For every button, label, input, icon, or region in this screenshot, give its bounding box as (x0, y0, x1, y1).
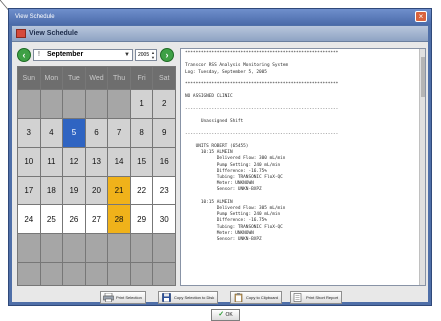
calendar-day[interactable]: 12 (63, 147, 85, 176)
copy-to-clipboard-button[interactable]: Copy to Clipboard (230, 291, 283, 304)
calendar-day-empty (85, 234, 108, 262)
weekday-header: Thu (108, 67, 130, 89)
calendar-day-empty (108, 263, 130, 285)
weekday-header: Wed (85, 67, 108, 89)
next-month-button[interactable]: › (160, 48, 174, 62)
calendar-day[interactable]: 5 (63, 118, 85, 147)
calendar-day-empty (18, 90, 40, 118)
calendar-day[interactable]: 22 (130, 176, 153, 205)
calendar-day[interactable]: 17 (18, 176, 40, 205)
calendar-day-empty (40, 234, 63, 262)
printer-icon (103, 293, 114, 302)
calendar-day[interactable]: 30 (153, 205, 175, 234)
calendar-day[interactable]: 1 (130, 90, 153, 118)
vertical-scrollbar[interactable] (419, 49, 425, 285)
calendar-day[interactable]: 23 (153, 176, 175, 205)
chevron-down-icon: ▼ (124, 52, 130, 58)
section-title: View Schedule (29, 30, 78, 37)
calendar-day-empty (153, 263, 175, 285)
calendar-day[interactable]: 16 (153, 147, 175, 176)
calendar-day[interactable]: 14 (108, 147, 130, 176)
calendar-grid: Sun Mon Tue Wed Thu Fri Sat 1 2 3 4 5 6 7 8 9 10 11 12 13 14… (17, 66, 176, 286)
ok-button[interactable]: ✓ OK (211, 309, 240, 321)
calendar-day-empty (63, 90, 85, 118)
calendar-day-empty (130, 234, 153, 262)
print-short-report-label: Print Short Report (306, 295, 339, 300)
view-schedule-window: View Schedule × View Schedule ‹ ! Septem… (8, 8, 432, 321)
scroll-thumb[interactable] (421, 57, 425, 97)
calendar-day[interactable]: 18 (40, 176, 63, 205)
calendar-day[interactable]: 29 (130, 205, 153, 234)
print-selection-button[interactable]: Print Selection (100, 291, 146, 304)
calendar-day[interactable]: 3 (18, 118, 40, 147)
close-icon: × (418, 12, 424, 21)
year-value: 2005 (138, 52, 150, 58)
window-client-area: View Schedule ‹ ! September ▼ 2005 ▲ ▼ › … (12, 26, 428, 321)
copy-to-clipboard-label: Copy to Clipboard (246, 295, 279, 300)
calendar-day[interactable]: 26 (63, 205, 85, 234)
copy-to-disk-button[interactable]: Copy Selection to Disk (158, 291, 219, 304)
calendar-day[interactable]: 7 (108, 118, 130, 147)
calendar-day-empty (85, 263, 108, 285)
copy-to-disk-label: Copy Selection to Disk (174, 295, 215, 300)
month-value: September (47, 51, 84, 58)
calendar-day[interactable]: 9 (153, 118, 175, 147)
calendar-day[interactable]: 10 (18, 147, 40, 176)
calendar-day[interactable]: 27 (85, 205, 108, 234)
weekday-header: Fri (130, 67, 153, 89)
clipboard-icon (234, 293, 243, 302)
section-header: View Schedule (12, 26, 428, 42)
window-title: View Schedule (15, 14, 55, 20)
calendar-toolbar: ‹ ! September ▼ 2005 ▲ ▼ › (17, 48, 176, 64)
disk-icon (162, 293, 171, 302)
calendar-day[interactable]: 4 (40, 118, 63, 147)
calendar-day[interactable]: 6 (85, 118, 108, 147)
calendar-day-empty (108, 234, 130, 262)
calendar-day[interactable]: 24 (18, 205, 40, 234)
prev-month-button[interactable]: ‹ (17, 48, 31, 62)
calendar-day-empty (108, 90, 130, 118)
window-titlebar[interactable]: View Schedule × (9, 9, 431, 25)
calendar-day-empty (130, 263, 153, 285)
calendar-day-empty (153, 234, 175, 262)
calendar-day[interactable]: 19 (63, 176, 85, 205)
print-report-icon (293, 293, 302, 302)
report-text-panel[interactable]: ****************************************… (180, 48, 426, 286)
calendar-day[interactable]: 13 (85, 147, 108, 176)
calendar-day[interactable]: 25 (40, 205, 63, 234)
weekday-header: Sat (153, 67, 175, 89)
calendar-day-empty (63, 263, 85, 285)
arrow-left-icon: ‹ (22, 50, 26, 60)
calendar-day-empty (40, 263, 63, 285)
info-icon: ! (38, 51, 40, 58)
ok-label: OK (225, 312, 233, 318)
calendar-day[interactable]: 20 (85, 176, 108, 205)
weekday-header: Sun (18, 67, 40, 89)
close-button[interactable]: × (415, 11, 427, 22)
report-text: ****************************************… (185, 51, 339, 243)
calendar-day[interactable]: 15 (130, 147, 153, 176)
weekday-header: Tue (63, 67, 85, 89)
calendar-day-empty (40, 90, 63, 118)
calendar-day[interactable]: 11 (40, 147, 63, 176)
checkmark-icon: ✓ (218, 311, 225, 318)
action-button-row: Print Selection Copy Selection to Disk C… (12, 291, 428, 305)
print-selection-label: Print Selection (116, 295, 142, 300)
weekday-header: Mon (40, 67, 63, 89)
month-select[interactable]: ! September ▼ (33, 49, 133, 61)
arrow-right-icon: › (165, 50, 169, 60)
calendar-day-empty (18, 263, 40, 285)
year-stepper[interactable]: 2005 ▲ ▼ (135, 49, 157, 61)
print-short-report-button[interactable]: Print Short Report (290, 291, 343, 304)
calendar-day[interactable]: 28 (108, 205, 130, 234)
calendar-day-empty (85, 90, 108, 118)
spinner-arrows-icon: ▲ ▼ (151, 50, 155, 60)
calendar-day-empty (18, 234, 40, 262)
calendar-day[interactable]: 21 (108, 176, 130, 205)
calendar-day-empty (63, 234, 85, 262)
calendar-icon (16, 29, 26, 38)
calendar-day[interactable]: 2 (153, 90, 175, 118)
calendar-day[interactable]: 8 (130, 118, 153, 147)
